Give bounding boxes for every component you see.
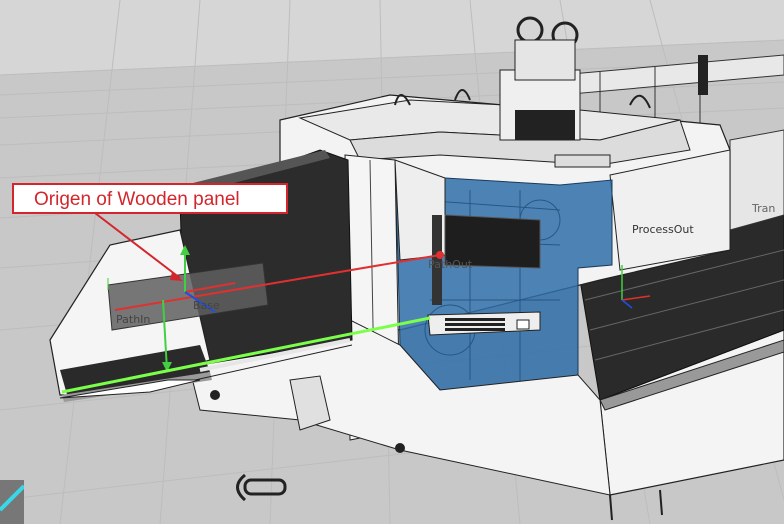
frame-label-processout: ProcessOut	[632, 223, 694, 236]
frame-label-tran: Tran	[752, 202, 776, 215]
frame-label-pathin: PathIn	[116, 313, 151, 326]
3d-viewport[interactable]: PathIn Base PathOut ProcessOut Tran Orig…	[0, 0, 784, 524]
machine-scene[interactable]	[0, 0, 784, 524]
frame-label-pathout: PathOut	[428, 258, 473, 271]
corner-handle-icon[interactable]	[0, 480, 24, 524]
annotation-callout: Origen of Wooden panel	[12, 183, 288, 214]
annotation-text: Origen of Wooden panel	[34, 189, 240, 210]
frame-label-base: Base	[193, 299, 220, 312]
